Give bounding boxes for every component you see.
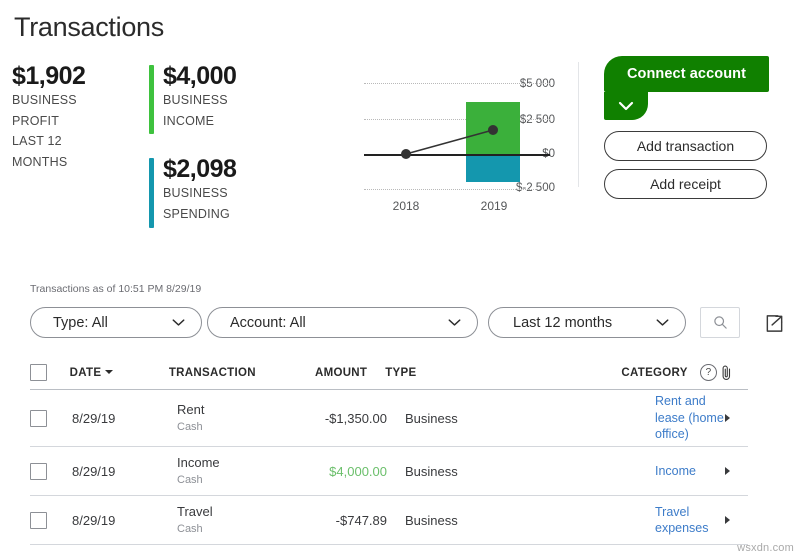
cell-date: 8/29/19	[72, 463, 116, 479]
cell-category: Travel expenses	[655, 504, 733, 537]
sort-descending-icon	[105, 370, 114, 375]
export-button[interactable]	[760, 309, 788, 337]
search-icon	[713, 316, 727, 329]
search-button[interactable]	[700, 307, 740, 338]
filter-account-label: Account: All	[230, 314, 306, 331]
chevron-down-icon	[448, 319, 461, 326]
kpi-profit-label-line-1: BUSINESS	[12, 93, 77, 107]
column-header-transaction[interactable]: TRANSACTION	[169, 367, 280, 379]
chart-profit-line	[401, 125, 498, 159]
row-select-cell	[30, 462, 72, 480]
filter-date-range-dropdown[interactable]: Last 12 months	[488, 307, 686, 338]
filter-type-label: Type: All	[53, 314, 108, 331]
cell-type: Business	[405, 512, 458, 528]
cell-type: Business	[405, 410, 458, 426]
chart-plot-area	[364, 60, 550, 195]
kpi-profit-label-line-4: MONTHS	[12, 154, 68, 169]
kpi-income-accent-bar	[149, 65, 154, 134]
table-row[interactable]: 8/29/19 Rent Cash -$1,350.00 Business Re…	[30, 390, 748, 447]
chevron-down-icon	[172, 319, 185, 326]
panel-divider	[578, 62, 579, 187]
add-receipt-button[interactable]: Add receipt	[604, 169, 767, 199]
column-header-date[interactable]: DATE	[70, 367, 169, 379]
row-select-cell	[30, 409, 72, 427]
row-checkbox[interactable]	[30, 462, 47, 480]
row-checkbox[interactable]	[30, 511, 47, 529]
table-row[interactable]: 8/29/19 Travel Cash -$747.89 Business Tr…	[30, 496, 748, 545]
cell-amount: -$747.89	[335, 512, 387, 528]
category-help-cell: ?	[695, 364, 720, 381]
cell-transaction-name: Rent	[177, 401, 205, 417]
column-header-category[interactable]: CATEGORY	[621, 367, 695, 379]
cell-type: Business	[405, 463, 458, 479]
filter-account-dropdown[interactable]: Account: All	[207, 307, 478, 338]
row-select-cell	[30, 511, 72, 529]
kpi-business-spending: $2,098 BUSINESS SPENDING	[149, 155, 283, 228]
paperclip-icon	[722, 365, 730, 380]
chart-xtick-2018: 2018	[392, 199, 420, 213]
cell-transaction: Income Cash	[177, 455, 295, 488]
cell-category: Rent and lease (home office)	[655, 393, 733, 443]
cell-transaction-account: Cash	[177, 420, 203, 433]
cell-transaction-account: Cash	[177, 522, 203, 535]
kpi-spending-label-line-1: BUSINESS	[163, 186, 228, 200]
column-header-type[interactable]: TYPE	[375, 367, 462, 379]
row-expand-caret[interactable]	[725, 516, 730, 524]
help-icon[interactable]: ?	[700, 364, 718, 381]
cell-category: Income	[655, 463, 733, 480]
income-vs-spending-chart: $5 000 $2 500 $0 $-2 500 2018 2019	[290, 60, 555, 215]
column-header-attachment	[720, 364, 748, 381]
kpi-income-label-line-1: BUSINESS	[163, 93, 228, 107]
column-header-date-label: DATE	[69, 366, 102, 379]
cell-transaction-name: Income	[177, 454, 220, 470]
transactions-as-of-label: Transactions as of 10:51 PM 8/29/19	[30, 283, 202, 295]
kpi-profit-amount: $1,902	[12, 62, 86, 90]
kpi-business-profit: $1,902 BUSINESS PROFIT LAST 12 MONTHS	[12, 62, 132, 172]
filter-type-dropdown[interactable]: Type: All	[30, 307, 202, 338]
chart-xtick-2019: 2019	[480, 199, 508, 213]
export-icon	[766, 314, 782, 332]
connect-account-button[interactable]: Connect account	[604, 56, 769, 92]
cell-amount: -$1,350.00	[324, 410, 387, 426]
kpi-profit-label-line-3: LAST 12	[12, 134, 62, 148]
chevron-down-icon	[618, 101, 634, 111]
table-header-row: DATE TRANSACTION AMOUNT TYPE CATEGORY ?	[30, 356, 748, 390]
kpi-spending-amount: $2,098	[163, 155, 237, 183]
select-all-checkbox[interactable]	[30, 364, 47, 381]
connect-account-dropdown-button[interactable]	[604, 92, 648, 120]
column-header-category-label: CATEGORY	[621, 366, 688, 379]
watermark: wsxdn.com	[737, 542, 794, 554]
kpi-profit-label-line-2: PROFIT	[12, 113, 60, 128]
add-transaction-button[interactable]: Add transaction	[604, 131, 767, 161]
transactions-table: DATE TRANSACTION AMOUNT TYPE CATEGORY ? …	[30, 356, 748, 545]
column-header-amount[interactable]: AMOUNT	[280, 367, 375, 379]
kpi-spending-label-line-2: SPENDING	[163, 206, 230, 221]
table-row[interactable]: 8/29/19 Income Cash $4,000.00 Business I…	[30, 447, 748, 496]
cell-transaction: Rent Cash	[177, 402, 295, 435]
row-expand-caret[interactable]	[725, 467, 730, 475]
row-expand-caret[interactable]	[725, 414, 730, 422]
filter-date-range-label: Last 12 months	[513, 314, 613, 331]
cell-amount: $4,000.00	[329, 463, 387, 479]
chevron-down-icon	[656, 319, 669, 326]
cell-date: 8/29/19	[72, 512, 116, 528]
kpi-business-income: $4,000 BUSINESS INCOME	[149, 62, 283, 134]
page-title: Transactions	[14, 12, 164, 42]
row-checkbox[interactable]	[30, 409, 47, 427]
cell-transaction-name: Travel	[177, 503, 213, 519]
cell-transaction: Travel Cash	[177, 504, 295, 537]
cell-transaction-account: Cash	[177, 473, 203, 486]
kpi-income-label-line-2: INCOME	[163, 113, 215, 128]
kpi-income-amount: $4,000	[163, 62, 237, 90]
cell-date: 8/29/19	[72, 410, 116, 426]
select-all-cell	[30, 364, 70, 381]
kpi-spending-accent-bar	[149, 158, 154, 228]
